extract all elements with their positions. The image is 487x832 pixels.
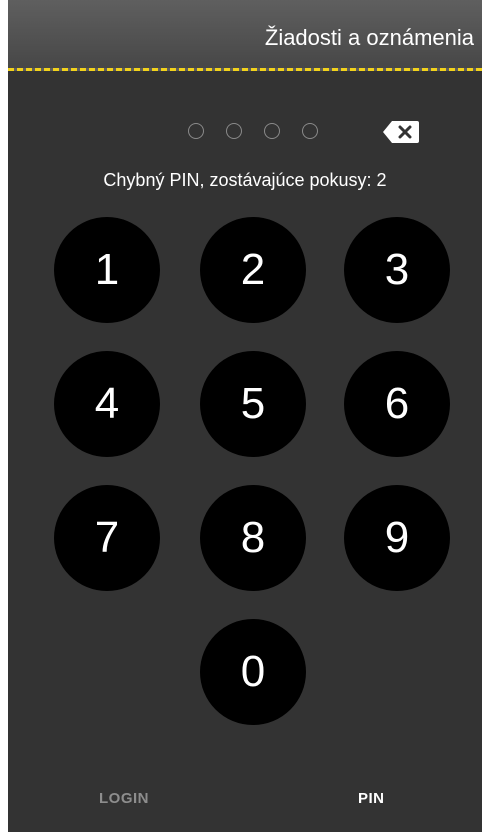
key-1[interactable]: 1 [54, 217, 160, 323]
key-9[interactable]: 9 [344, 485, 450, 591]
key-2[interactable]: 2 [200, 217, 306, 323]
pin-dot [188, 123, 204, 139]
app-header: Žiadosti a oznámenia [8, 0, 482, 71]
pin-dot [302, 123, 318, 139]
key-5[interactable]: 5 [200, 351, 306, 457]
key-6[interactable]: 6 [344, 351, 450, 457]
pin-indicator [188, 123, 328, 141]
key-4[interactable]: 4 [54, 351, 160, 457]
key-0[interactable]: 0 [200, 619, 306, 725]
key-3[interactable]: 3 [344, 217, 450, 323]
key-8[interactable]: 8 [200, 485, 306, 591]
backspace-button[interactable] [381, 119, 421, 145]
pin-dot [226, 123, 242, 139]
pin-dot [264, 123, 280, 139]
error-message: Chybný PIN, zostávajúce pokusy: 2 [103, 170, 387, 190]
pin-screen: Žiadosti a oznámenia Chybný PIN, zostáva… [8, 0, 482, 832]
tab-login[interactable]: LOGIN [99, 790, 149, 807]
backspace-icon [383, 121, 419, 143]
tab-pin[interactable]: PIN [358, 790, 385, 807]
key-7[interactable]: 7 [54, 485, 160, 591]
page-title: Žiadosti a oznámenia [264, 25, 474, 50]
